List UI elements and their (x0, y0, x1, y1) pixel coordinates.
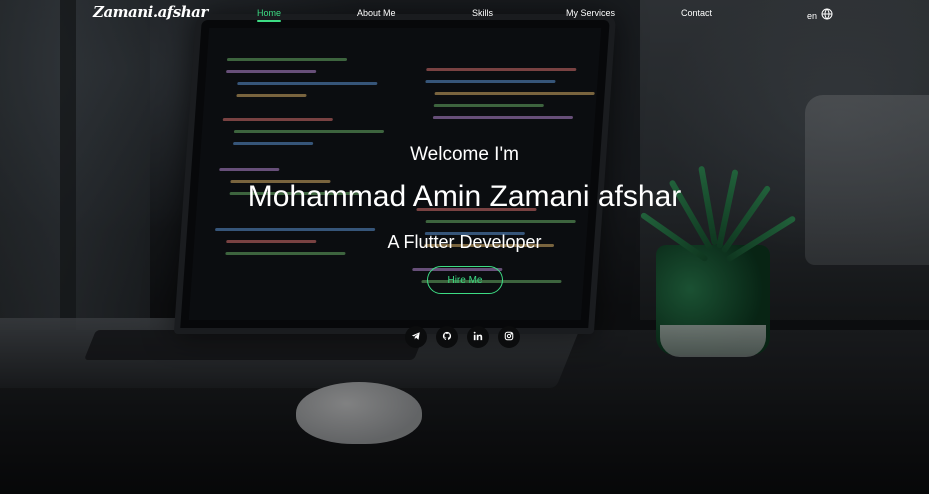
github-icon (442, 328, 452, 346)
nav-link-contact[interactable]: Contact (681, 8, 712, 18)
hero-role: A Flutter Developer (387, 232, 542, 252)
linkedin-icon (473, 328, 483, 346)
site-logo[interactable]: Zamani.afshar (93, 3, 208, 21)
nav-link-about[interactable]: About Me (357, 8, 396, 18)
hero-greeting: Welcome I'm (410, 144, 519, 165)
instagram-icon (504, 328, 514, 346)
instagram-link[interactable] (498, 326, 520, 348)
social-links (405, 326, 520, 348)
linkedin-link[interactable] (467, 326, 489, 348)
hero-name: Mohammad Amin Zamani afshar (247, 180, 682, 213)
language-switcher[interactable]: en (807, 7, 833, 25)
nav-link-services[interactable]: My Services (566, 8, 615, 18)
nav-link-home[interactable]: Home (257, 8, 281, 18)
github-link[interactable] (436, 326, 458, 348)
nav-active-indicator (257, 20, 281, 22)
telegram-icon (411, 328, 421, 346)
telegram-link[interactable] (405, 326, 427, 348)
hire-me-button[interactable]: Hire Me (427, 266, 503, 294)
top-navbar: Zamani.afshar Home About Me Skills My Se… (0, 0, 929, 28)
nav-link-skills[interactable]: Skills (472, 8, 493, 18)
language-code: en (807, 11, 818, 21)
globe-icon (821, 7, 833, 25)
